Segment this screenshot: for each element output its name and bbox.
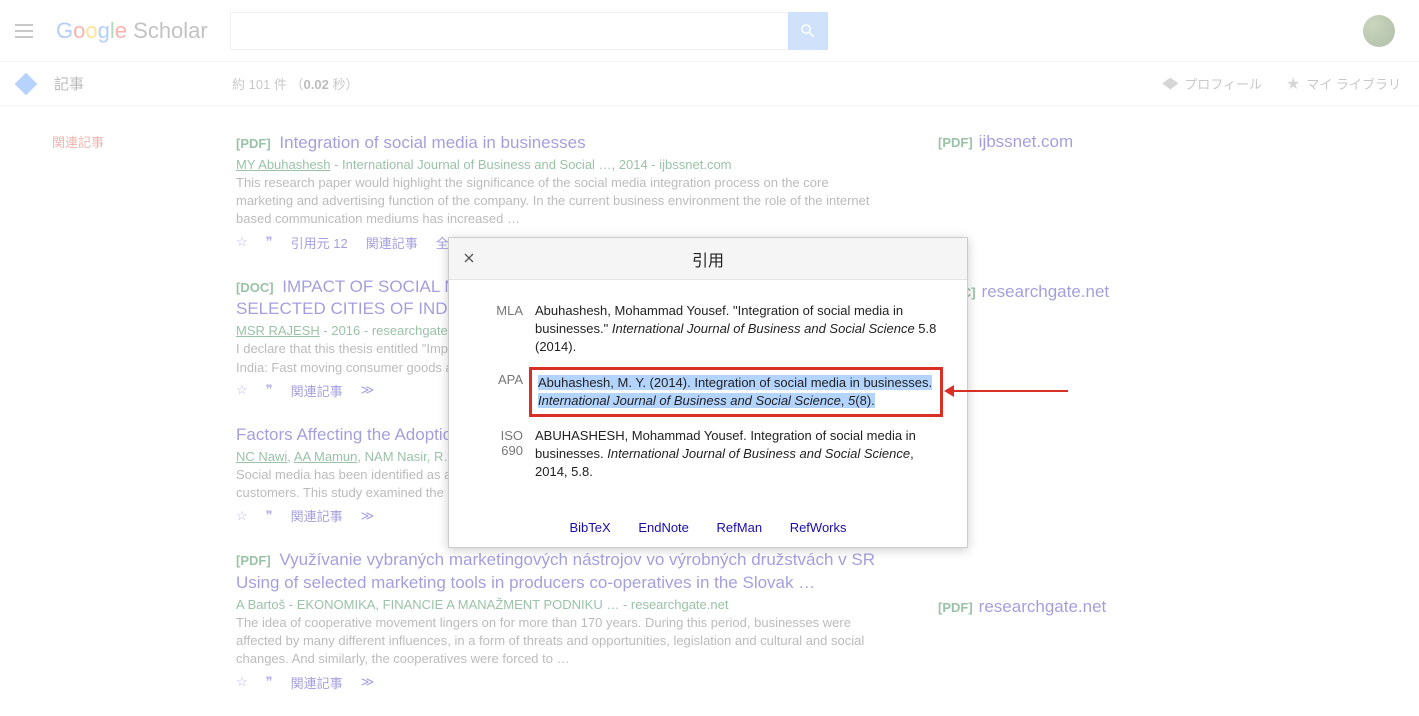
cite-text-selected[interactable]: Abuhashesh, M. Y. (2014). Integration of… [529, 367, 943, 417]
cite-modal: 引用 MLA Abuhashesh, Mohammad Yousef. "Int… [448, 237, 968, 548]
modal-header: 引用 [449, 238, 967, 280]
bibtex-link[interactable]: BibTeX [569, 520, 610, 535]
endnote-link[interactable]: EndNote [638, 520, 689, 535]
modal-export-links: BibTeX EndNote RefMan RefWorks [449, 514, 967, 547]
annotation-arrow [948, 390, 1068, 392]
cite-row-iso690: ISO 690 ABUHASHESH, Mohammad Yousef. Int… [479, 427, 937, 482]
close-icon [461, 250, 477, 266]
refman-link[interactable]: RefMan [717, 520, 763, 535]
modal-title: 引用 [692, 247, 724, 271]
cite-text[interactable]: ABUHASHESH, Mohammad Yousef. Integration… [535, 427, 937, 482]
refworks-link[interactable]: RefWorks [790, 520, 847, 535]
close-button[interactable] [461, 250, 477, 271]
cite-row-mla: MLA Abuhashesh, Mohammad Yousef. "Integr… [479, 302, 937, 357]
cite-text[interactable]: Abuhashesh, Mohammad Yousef. "Integratio… [535, 302, 937, 357]
modal-body: MLA Abuhashesh, Mohammad Yousef. "Integr… [449, 280, 967, 514]
cite-row-apa: APA Abuhashesh, M. Y. (2014). Integratio… [479, 371, 937, 413]
